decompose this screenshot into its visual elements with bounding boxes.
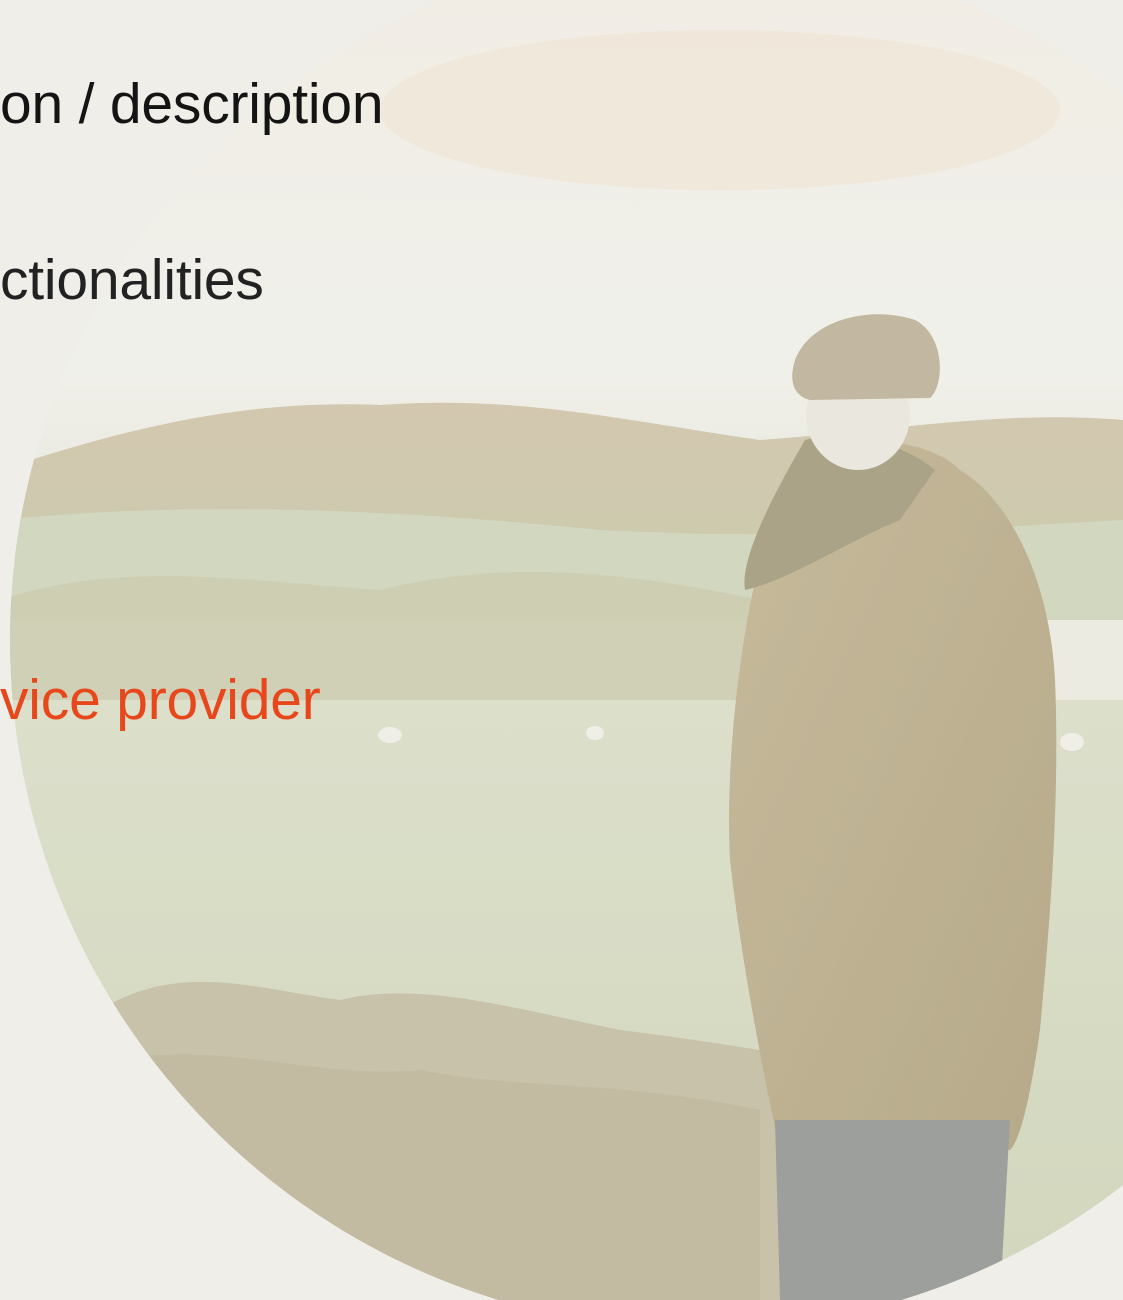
- landscape-photo: [10, 0, 1123, 1300]
- heading-line-functionalities: ctionalities: [0, 248, 264, 312]
- heading-line-service-provider: vice provider: [0, 668, 321, 732]
- slide: on / description ctionalities vice provi…: [0, 0, 1123, 1300]
- heading-line-description: on / description: [0, 72, 384, 136]
